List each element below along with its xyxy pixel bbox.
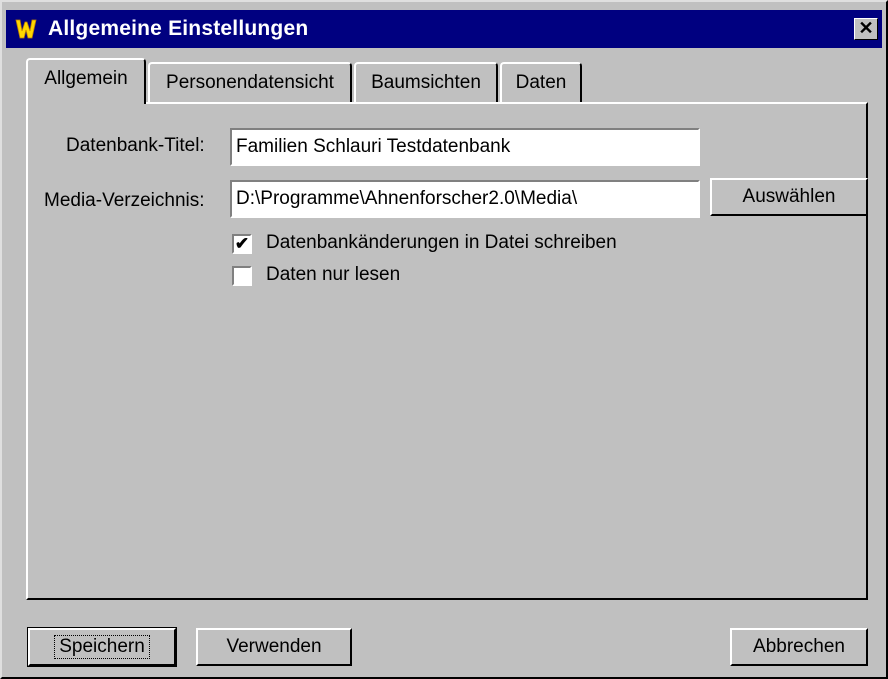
- save-button[interactable]: Speichern: [27, 627, 177, 667]
- apply-button[interactable]: Verwenden: [196, 628, 352, 666]
- tab-label: Daten: [515, 72, 567, 93]
- tab-label: Personendatensicht: [166, 72, 334, 93]
- read-only-label[interactable]: Daten nur lesen: [266, 264, 400, 286]
- tab-label: Allgemein: [44, 68, 128, 89]
- tab-allgemein[interactable]: Allgemein: [26, 58, 146, 104]
- close-button[interactable]: ✕: [854, 18, 878, 40]
- read-only-checkbox[interactable]: [232, 266, 252, 286]
- tab-baumsichten[interactable]: Baumsichten: [354, 62, 498, 102]
- media-dir-label: Media-Verzeichnis:: [44, 190, 205, 211]
- db-title-label: Datenbank-Titel:: [66, 135, 205, 156]
- write-changes-checkbox[interactable]: ✔: [232, 234, 252, 254]
- media-dir-field[interactable]: D:\Programme\Ahnenforscher2.0\Media\: [230, 180, 700, 218]
- select-button[interactable]: Auswählen: [710, 178, 868, 216]
- db-title-field[interactable]: Familien Schlauri Testdatenbank: [230, 128, 700, 166]
- w-logo-icon: [12, 15, 40, 43]
- window-title: Allgemeine Einstellungen: [48, 17, 309, 40]
- cancel-button[interactable]: Abbrechen: [730, 628, 868, 666]
- tab-personendatensicht[interactable]: Personendatensicht: [148, 62, 352, 102]
- tab-label: Baumsichten: [371, 72, 481, 93]
- tab-panel-allgemein: Datenbank-Titel: Familien Schlauri Testd…: [26, 102, 868, 600]
- settings-dialog: Allgemeine Einstellungen ✕ Allgemein Per…: [0, 0, 888, 679]
- write-changes-label[interactable]: Datenbankänderungen in Datei schreiben: [266, 232, 617, 254]
- save-button-label: Speichern: [54, 635, 150, 659]
- tab-daten[interactable]: Daten: [500, 62, 582, 102]
- title-bar[interactable]: Allgemeine Einstellungen ✕: [6, 10, 882, 48]
